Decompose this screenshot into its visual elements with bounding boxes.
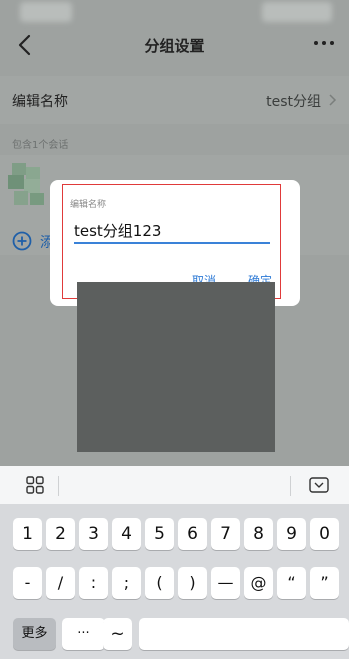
key-left-paren[interactable]: ( [145,567,174,599]
key-2[interactable]: 2 [46,518,75,550]
key-8[interactable]: 8 [244,518,273,550]
key-right-paren[interactable]: ) [178,567,207,599]
key-6[interactable]: 6 [178,518,207,550]
page-title: 分组设置 [144,37,205,55]
space-key[interactable] [139,618,349,650]
avatar[interactable] [8,163,50,207]
key-dash[interactable]: — [211,567,240,599]
key-5[interactable]: 5 [145,518,174,550]
more-icon[interactable] [313,38,335,48]
group-name-input[interactable] [74,218,270,244]
key-left-quote[interactable]: “ [277,567,306,599]
toolbar-divider [290,476,291,496]
more-symbols-button[interactable]: 更多 [13,618,56,650]
soft-keyboard: 1 2 3 4 5 6 7 8 9 0 - / : ; ( ) — @ “ ” … [0,466,349,659]
keyboard-grid-icon[interactable] [26,476,44,494]
group-name-value: test分组 [266,94,321,110]
status-bar-blur-left [20,2,72,22]
top-bar: 分组设置 [0,26,349,64]
add-circle-icon[interactable] [12,231,32,251]
key-0[interactable]: 0 [310,518,339,550]
key-tilde[interactable]: ~ [103,618,132,650]
key-3[interactable]: 3 [79,518,108,550]
edit-name-row[interactable]: 编辑名称 test分组 [0,76,349,124]
key-hyphen[interactable]: - [13,567,42,599]
status-bar-blur-right [262,2,332,22]
keyboard-toolbar [0,466,349,504]
key-ellipsis[interactable]: ··· [62,618,105,650]
key-colon[interactable]: : [79,567,108,599]
redaction-box [77,282,275,452]
key-4[interactable]: 4 [112,518,141,550]
key-semicolon[interactable]: ; [112,567,141,599]
key-1[interactable]: 1 [13,518,42,550]
toolbar-divider [58,476,59,496]
edit-name-label: 编辑名称 [12,94,68,110]
dialog-field-label: 编辑名称 [70,200,107,210]
key-slash[interactable]: / [46,567,75,599]
keyboard-hide-icon[interactable] [309,477,329,493]
key-right-quote[interactable]: ” [310,567,339,599]
key-at[interactable]: @ [244,567,273,599]
key-9[interactable]: 9 [277,518,306,550]
section-caption: 包含1个会话 [12,140,69,151]
chevron-right-icon [329,94,337,106]
key-7[interactable]: 7 [211,518,240,550]
